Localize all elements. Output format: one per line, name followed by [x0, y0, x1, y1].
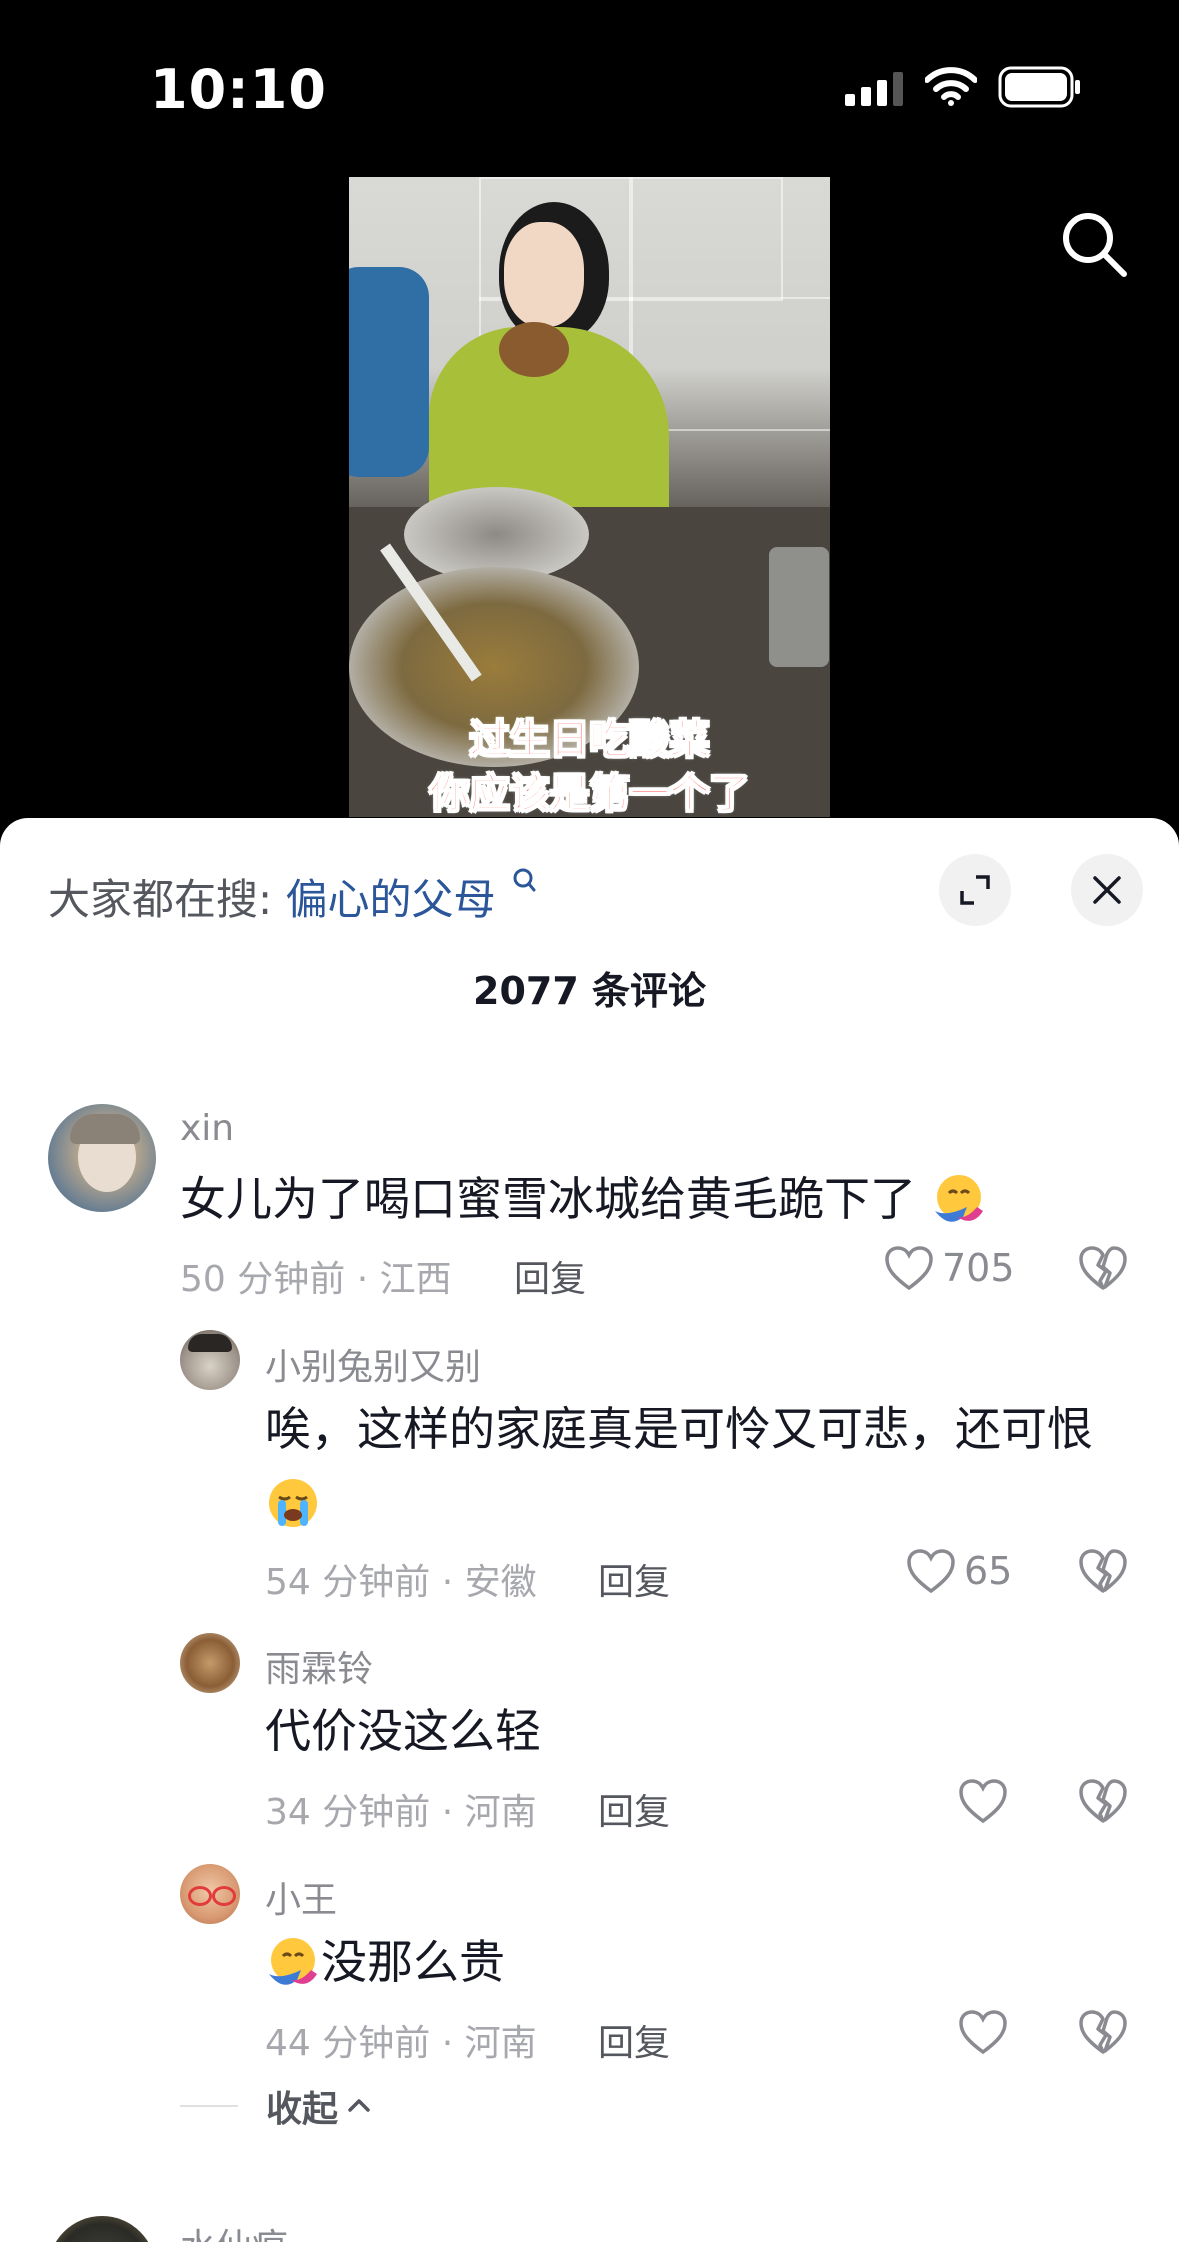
comment-text: 女儿为了喝口蜜雪冰城给黄毛跪下了 [180, 1162, 1080, 1236]
comment-meta: 44 分钟前 · 河南 [265, 2023, 537, 2064]
battery-icon [998, 66, 1080, 108]
wifi-icon [925, 67, 977, 106]
comment-text: 没那么贵 [265, 1925, 1095, 1999]
status-time: 10:10 [150, 58, 327, 121]
comment-username[interactable]: 小别兔别又别 [265, 1338, 481, 1390]
hot-search-prefix: 大家都在搜: [48, 875, 273, 924]
comment-text-content: 唉，这样的家庭真是可怜又可悲，还可恨 [265, 1402, 1093, 1456]
broken-heart-icon[interactable] [1078, 1245, 1128, 1291]
expand-button[interactable] [939, 854, 1011, 926]
close-icon [1093, 876, 1121, 904]
comment-username[interactable]: 水仙痕 [180, 2218, 288, 2242]
heart-icon [907, 1549, 955, 1594]
heart-icon [885, 1246, 933, 1291]
video-caption-line2: 你应该是第一个了 [429, 770, 751, 817]
person-left [349, 267, 429, 477]
comment-username[interactable]: 小王 [265, 1871, 337, 1923]
hot-search-bar[interactable]: 大家都在搜: 偏心的父母 [48, 866, 537, 927]
comment-username[interactable]: xin [180, 1108, 234, 1149]
kettle [769, 547, 829, 667]
comment-username[interactable]: 雨霖铃 [265, 1640, 373, 1692]
cellular-signal-icon [845, 72, 903, 106]
small-search-icon [513, 868, 536, 892]
avatar[interactable] [180, 1864, 240, 1924]
reply-button[interactable]: 回复 [598, 1553, 670, 1605]
bowl [499, 322, 569, 377]
divider [180, 2105, 238, 2107]
comment-meta: 34 分钟前 · 河南 [265, 1792, 537, 1833]
avatar[interactable] [48, 2216, 156, 2242]
reply-button[interactable]: 回复 [598, 1783, 670, 1835]
broken-heart-icon[interactable] [1078, 1548, 1128, 1594]
hot-search-keyword[interactable]: 偏心的父母 [286, 875, 496, 924]
crying-face-emoji-icon [269, 1478, 317, 1527]
like-button[interactable]: 705 [884, 1245, 1015, 1291]
expand-icon [960, 875, 990, 905]
avatar[interactable] [180, 1330, 240, 1390]
avatar[interactable] [48, 1104, 156, 1212]
like-count: 705 [942, 1246, 1015, 1290]
avatar[interactable] [180, 1633, 240, 1693]
comment-meta: 50 分钟前 · 江西 [180, 1259, 452, 1300]
wall-tile [629, 177, 783, 301]
collapse-label: 收起 [266, 2089, 339, 2130]
like-button[interactable]: 65 [906, 1548, 1012, 1594]
video-caption-line1: 过生日吃酸菜 [469, 716, 711, 764]
comment-sheet: 大家都在搜: 偏心的父母 2077 条评论 xin 女儿为了喝口蜜雪冰城给黄毛跪… [0, 818, 1179, 2242]
broken-heart-icon[interactable] [1078, 1778, 1128, 1824]
like-count: 65 [964, 1549, 1013, 1593]
video-player[interactable]: 过生日吃酸菜 你应该是第一个了 [349, 177, 830, 817]
heart-icon[interactable] [958, 1778, 1008, 1824]
heart-icon[interactable] [958, 2009, 1008, 2055]
comment-text-content: 没那么贵 [321, 1935, 505, 1989]
comment-meta: 54 分钟前 · 安徽 [265, 1562, 537, 1603]
comment-text: 唉，这样的家庭真是可怜又可悲，还可恨 [265, 1392, 1095, 1540]
collapse-replies-button[interactable]: 收起 [180, 2080, 374, 2132]
comment-text: 代价没这么轻 [265, 1704, 541, 1758]
girl-face [504, 222, 584, 327]
hugging-face-emoji-icon [934, 1174, 983, 1222]
hugging-face-emoji-icon [269, 1937, 317, 1985]
reply-button[interactable]: 回复 [598, 2014, 670, 2066]
chevron-up-icon [348, 2099, 370, 2112]
close-button[interactable] [1071, 854, 1143, 926]
comment-count-title: 2077 条评论 [473, 969, 706, 1013]
comment-text-content: 女儿为了喝口蜜雪冰城给黄毛跪下了 [180, 1172, 916, 1226]
reply-button[interactable]: 回复 [514, 1250, 586, 1302]
search-icon[interactable] [1058, 208, 1130, 280]
status-bar: 10:10 [0, 0, 1179, 170]
broken-heart-icon[interactable] [1078, 2009, 1128, 2055]
